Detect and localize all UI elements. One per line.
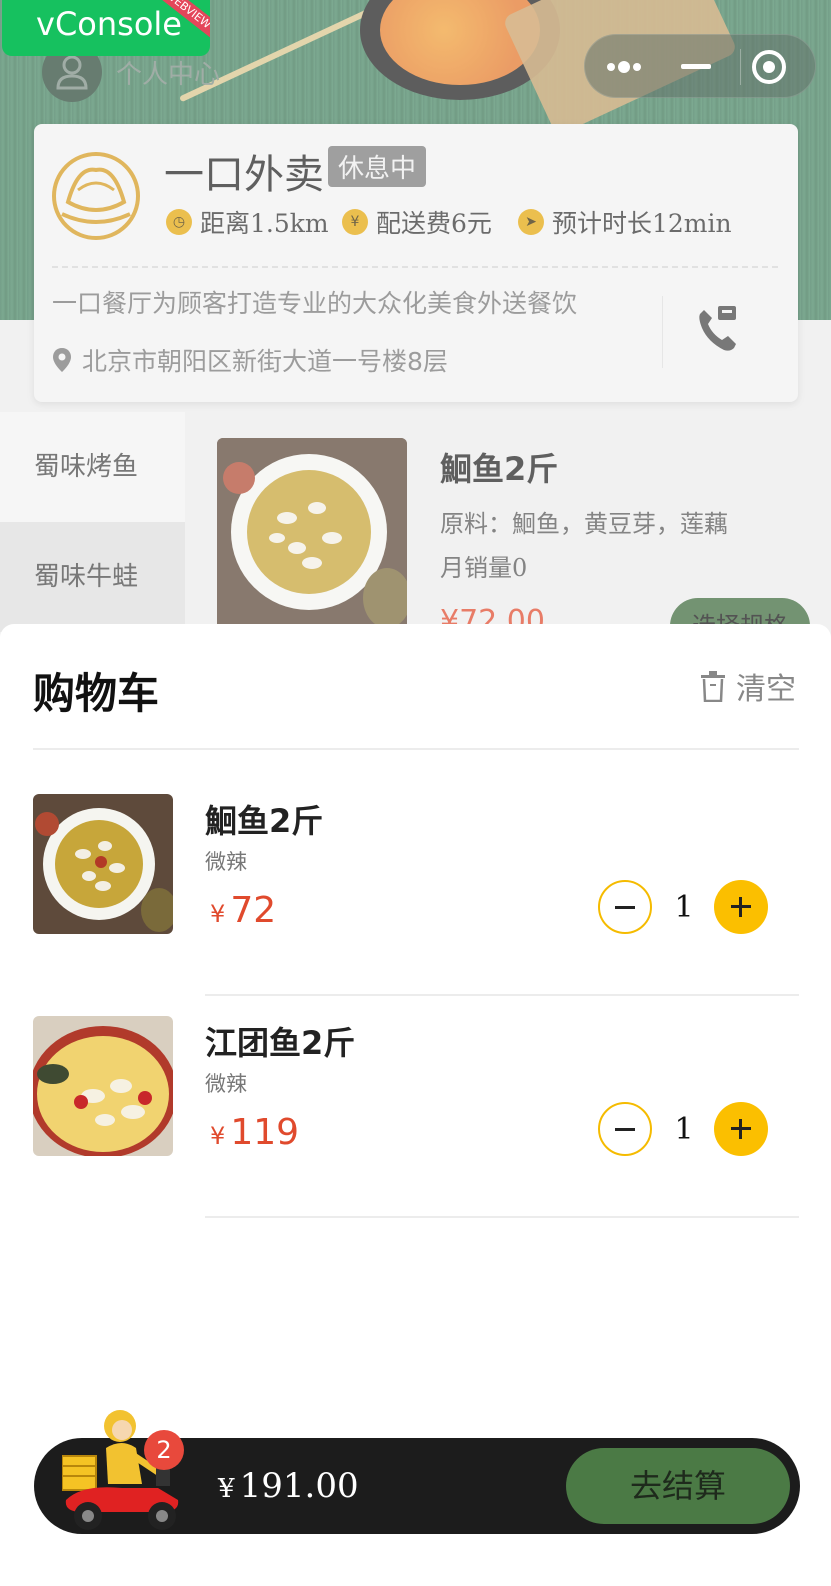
cart-item-price-value: 119 bbox=[230, 1112, 300, 1153]
currency-symbol: ¥ bbox=[210, 900, 226, 928]
total-currency: ¥ bbox=[218, 1474, 235, 1504]
increase-qty-button[interactable] bbox=[714, 1102, 768, 1156]
vconsole-button[interactable]: vConsole WEBVIEW bbox=[2, 0, 210, 56]
clear-cart-button[interactable]: 清空 bbox=[700, 664, 796, 708]
checkout-button[interactable]: 去结算 bbox=[566, 1448, 790, 1524]
cart-item-price-value: 72 bbox=[230, 890, 277, 931]
cart-item-spec: 微辣 bbox=[205, 1072, 247, 1096]
cart-count-badge: 2 bbox=[144, 1430, 184, 1470]
decrease-qty-button[interactable] bbox=[598, 1102, 652, 1156]
cart-item-image bbox=[33, 794, 173, 934]
clear-cart-label: 清空 bbox=[736, 672, 796, 707]
cart-item: 鮰鱼2斤 微辣 ¥ 72 1 bbox=[0, 794, 831, 1016]
item-divider bbox=[205, 1216, 799, 1218]
total-amount: 191.00 bbox=[239, 1466, 359, 1506]
cart-item: 江团鱼2斤 微辣 ¥ 119 1 bbox=[0, 1016, 831, 1238]
cart-title: 购物车 bbox=[33, 669, 160, 718]
decrease-qty-button[interactable] bbox=[598, 880, 652, 934]
cart-item-qty: 1 bbox=[674, 890, 694, 925]
cart-item-price: ¥ 119 bbox=[210, 1112, 299, 1153]
currency-symbol: ¥ bbox=[210, 1122, 226, 1150]
cart-item-qty: 1 bbox=[674, 1112, 694, 1147]
cart-header-divider bbox=[33, 748, 799, 750]
trash-icon bbox=[701, 671, 725, 702]
cart-item-price: ¥ 72 bbox=[210, 890, 276, 931]
cart-item-image bbox=[33, 1016, 173, 1156]
cart-item-spec: 微辣 bbox=[205, 850, 247, 874]
cart-total: ¥ 191.00 bbox=[218, 1466, 359, 1506]
cart-item-name: 江团鱼2斤 bbox=[205, 1024, 356, 1062]
increase-qty-button[interactable] bbox=[714, 880, 768, 934]
cart-item-name: 鮰鱼2斤 bbox=[205, 802, 324, 840]
item-divider bbox=[205, 994, 799, 996]
delivery-rider-icon[interactable] bbox=[62, 1408, 192, 1534]
vconsole-label: vConsole bbox=[36, 5, 182, 43]
